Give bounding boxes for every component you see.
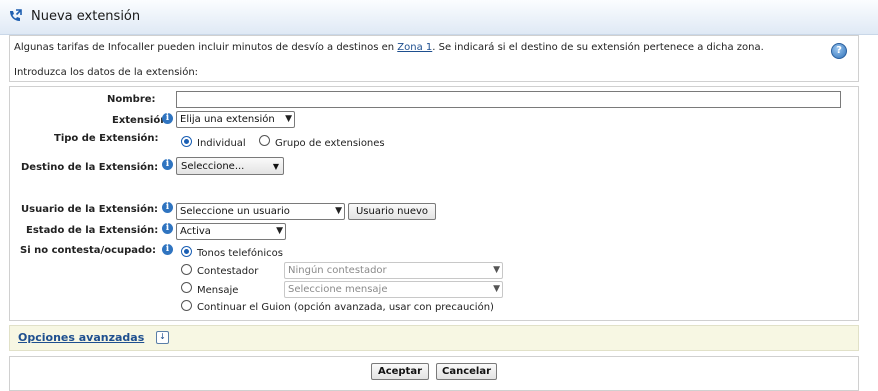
contestador-select-value: Ningún contestador (288, 265, 387, 276)
mensaje-label: Mensaje (197, 285, 239, 296)
tipo-grupo-radio[interactable] (259, 135, 270, 146)
estado-select[interactable]: Activa ▼ (176, 223, 286, 240)
cancel-button[interactable]: Cancelar (436, 363, 497, 380)
info-icon[interactable]: i (162, 113, 173, 124)
advanced-options-link[interactable]: Opciones avanzadas (18, 331, 144, 344)
estado-label: Estado de la Extensión: (26, 225, 159, 236)
mensaje-select[interactable]: Seleccione mensaje ▼ (284, 281, 503, 298)
contestador-radio[interactable] (181, 264, 192, 275)
nombre-label: Nombre: (107, 94, 156, 105)
destino-select-value: Seleccione... (181, 161, 245, 172)
info-icon[interactable]: i (162, 223, 173, 234)
usuario-nuevo-button[interactable]: Usuario nuevo (348, 203, 436, 220)
info-icon[interactable]: i (162, 244, 173, 255)
chevron-down-icon: ▼ (493, 265, 500, 275)
chevron-down-icon: ▼ (335, 206, 342, 216)
zone-1-link[interactable]: Zona 1 (397, 42, 432, 53)
info-text-prefix: Algunas tarifas de Infocaller pueden inc… (14, 42, 398, 53)
tipo-individual-radio[interactable] (181, 136, 192, 147)
tipo-label: Tipo de Extensión: (54, 133, 159, 144)
chevron-down-icon: ▼ (276, 226, 283, 236)
usuario-select[interactable]: Seleccione un usuario ▼ (176, 203, 345, 220)
expand-icon[interactable]: ↓ (156, 331, 169, 344)
contestador-select[interactable]: Ningún contestador ▼ (284, 262, 503, 279)
help-icon[interactable]: ? (831, 43, 847, 59)
destino-label: Destino de la Extensión: (21, 162, 159, 173)
continuar-label: Continuar el Guion (opción avanzada, usa… (197, 302, 494, 313)
tipo-individual-label: Individual (197, 138, 246, 149)
mensaje-radio[interactable] (181, 282, 192, 293)
contestador-label: Contestador (197, 266, 259, 277)
nocontesta-label: Si no contesta/ocupado: (20, 245, 157, 256)
nombre-input[interactable] (176, 91, 841, 108)
window-title: Nueva extensión (31, 9, 141, 24)
chevron-down-icon: ▼ (285, 114, 292, 124)
extension-select[interactable]: Elija una extensión ▼ (176, 111, 295, 128)
usuario-label: Usuario de la Extensión: (21, 204, 159, 215)
extension-select-value: Elija una extensión (180, 114, 275, 125)
info-icon[interactable]: i (162, 202, 173, 213)
mensaje-select-value: Seleccione mensaje (288, 284, 388, 295)
info-icon[interactable]: i (162, 159, 173, 170)
instructions-text: Introduzca los datos de la extensión: (14, 67, 199, 78)
tipo-grupo-label: Grupo de extensiones (275, 138, 385, 149)
accept-button[interactable]: Aceptar (371, 363, 429, 380)
tonos-label: Tonos telefónicos (197, 248, 283, 259)
usuario-select-value: Seleccione un usuario (180, 206, 290, 217)
info-text: Algunas tarifas de Infocaller pueden inc… (14, 42, 764, 53)
tonos-radio[interactable] (181, 246, 192, 257)
estado-select-value: Activa (180, 226, 211, 237)
destino-select[interactable]: Seleccione... ▼ (176, 157, 284, 175)
continuar-radio[interactable] (181, 300, 192, 311)
footer-panel (9, 356, 859, 391)
chevron-down-icon: ▼ (493, 284, 500, 294)
chevron-down-icon: ▼ (272, 162, 279, 171)
phone-forward-icon (7, 8, 23, 24)
info-text-suffix: . Se indicará si el destino de su extens… (432, 42, 764, 53)
